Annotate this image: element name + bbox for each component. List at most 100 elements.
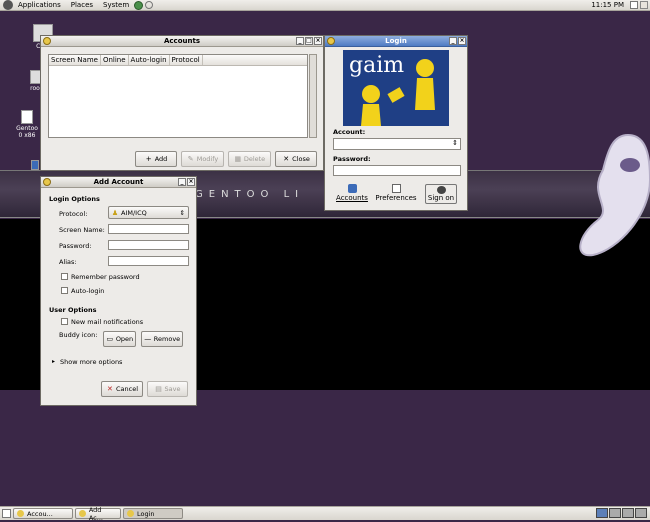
delete-button: ▦ Delete (228, 151, 271, 167)
gaim-window-icon (43, 37, 51, 45)
window-title: Accounts (163, 37, 200, 45)
bottom-panel: Accou... Add Ac... Login (0, 505, 650, 522)
folder-open-icon: ▭ (106, 335, 114, 343)
taskbar-item-add-account[interactable]: Add Ac... (75, 505, 121, 522)
desktop-icon-trash[interactable] (30, 160, 40, 171)
accounts-scrollbar[interactable] (309, 54, 317, 138)
menu-applications[interactable]: Applications (13, 1, 66, 9)
workspace-switcher[interactable] (596, 508, 647, 518)
gaim-window-icon (17, 510, 24, 517)
cancel-icon: ✕ (107, 385, 113, 393)
gaim-window-icon (43, 178, 51, 186)
modify-button: ✎ Modify (181, 151, 224, 167)
add-icon: + (145, 155, 152, 163)
preferences-icon (391, 184, 401, 193)
close-icon[interactable]: × (314, 37, 322, 45)
maximize-icon[interactable]: □ (305, 37, 313, 45)
close-icon[interactable]: × (458, 37, 466, 45)
workspace-2[interactable] (609, 508, 621, 518)
password-input[interactable] (333, 165, 461, 176)
remember-password-checkbox[interactable] (61, 273, 68, 280)
button-label: Close (292, 155, 310, 163)
protocol-select[interactable]: ♟ AIM/ICQ ⇕ (108, 206, 189, 219)
account-label: Account: (333, 128, 366, 136)
remove-button[interactable]: — Remove (141, 331, 183, 347)
auto-login-checkbox[interactable] (61, 287, 68, 294)
document-icon (21, 110, 33, 124)
taskbar-item-login[interactable]: Login (123, 508, 183, 519)
gentoo-logo-icon (579, 133, 650, 257)
button-label: Open (115, 335, 134, 343)
close-icon[interactable]: × (187, 178, 195, 186)
accounts-titlebar[interactable]: Accounts _ □ × (41, 36, 323, 47)
protocol-label: Protocol: (59, 210, 88, 218)
taskbar-item-accounts[interactable]: Accou... (13, 508, 73, 519)
alias-input[interactable] (108, 256, 189, 266)
sign-on-icon (436, 186, 446, 194)
sign-on-toolbar-button[interactable]: Sign on (425, 184, 457, 204)
modify-icon: ✎ (187, 155, 194, 163)
button-label: Accounts (336, 194, 368, 202)
button-label: Add (154, 155, 168, 163)
screen-name-input[interactable] (108, 224, 189, 234)
aim-icon: ♟ (111, 208, 119, 217)
volume-icon[interactable] (630, 1, 638, 9)
browser-launcher-icon[interactable] (134, 0, 144, 10)
minimize-icon[interactable]: _ (449, 37, 457, 45)
buddy-icon-label: Buddy icon: (59, 331, 98, 339)
workspace-1[interactable] (596, 508, 608, 518)
remember-password-label: Remember password (71, 273, 140, 281)
add-account-titlebar[interactable]: Add Account _ × (41, 177, 196, 188)
chevron-updown-icon: ⇕ (452, 139, 458, 147)
menu-system[interactable]: System (98, 1, 134, 9)
expander-arrow-icon[interactable]: ▸ (52, 358, 55, 365)
new-mail-checkbox[interactable] (61, 318, 68, 325)
account-combo[interactable]: ⇕ (333, 138, 461, 150)
minimize-icon[interactable]: _ (178, 178, 186, 186)
power-icon[interactable] (640, 1, 648, 9)
close-button[interactable]: ✕ Close (275, 151, 317, 167)
show-more-options[interactable]: Show more options (60, 358, 122, 366)
foot-icon[interactable] (3, 0, 13, 10)
preferences-toolbar-button[interactable]: Preferences (375, 184, 417, 202)
show-desktop-icon[interactable] (2, 509, 11, 518)
desktop-icon-gentoo[interactable]: Gentoo 0 x86 (12, 110, 42, 139)
taskbar-label: Add Ac... (88, 505, 103, 522)
column-screen-name[interactable]: Screen Name (49, 55, 101, 65)
new-mail-label: New mail notifications (71, 318, 144, 326)
accounts-toolbar-button[interactable]: Accounts (335, 184, 369, 202)
protocol-value: AIM/ICQ (121, 208, 147, 217)
workspace-3[interactable] (622, 508, 634, 518)
button-label: Sign on (427, 194, 455, 202)
network-launcher-icon[interactable] (145, 1, 154, 9)
column-protocol[interactable]: Protocol (170, 55, 203, 65)
accounts-list[interactable]: Screen Name Online Auto-login Protocol (48, 54, 308, 138)
login-window: Login _ × gaim Account: ⇕ Password: Acco… (324, 35, 468, 211)
gaim-mascot-icon (361, 59, 435, 126)
workspace-4[interactable] (635, 508, 647, 518)
delete-icon: ▦ (234, 155, 242, 163)
button-label: Modify (196, 155, 219, 163)
accounts-window: Accounts _ □ × Screen Name Online Auto-l… (40, 35, 324, 171)
add-button[interactable]: + Add (135, 151, 177, 167)
screen-name-label: Screen Name: (59, 226, 105, 234)
top-panel: Applications Places System 11:15 PM (0, 0, 650, 11)
password-input[interactable] (108, 240, 189, 250)
cancel-button[interactable]: ✕ Cancel (101, 381, 143, 397)
password-label: Password: (333, 155, 371, 163)
column-online[interactable]: Online (101, 55, 129, 65)
button-label: Cancel (115, 385, 139, 393)
close-x-icon: ✕ (283, 155, 290, 163)
open-button[interactable]: ▭ Open (103, 331, 136, 347)
login-titlebar[interactable]: Login _ × (325, 36, 467, 47)
clock[interactable]: 11:15 PM (591, 1, 624, 9)
add-account-window: Add Account _ × Login Options Protocol: … (40, 176, 197, 406)
minimize-icon[interactable]: _ (296, 37, 304, 45)
button-label: Save (164, 385, 181, 393)
column-auto-login[interactable]: Auto-login (129, 55, 170, 65)
chevron-updown-icon: ⇕ (179, 208, 185, 217)
password-label: Password: (59, 242, 92, 250)
desktop-icon-sublabel: 0 x86 (18, 132, 36, 139)
menu-places[interactable]: Places (66, 1, 98, 9)
window-title: Add Account (93, 178, 144, 186)
